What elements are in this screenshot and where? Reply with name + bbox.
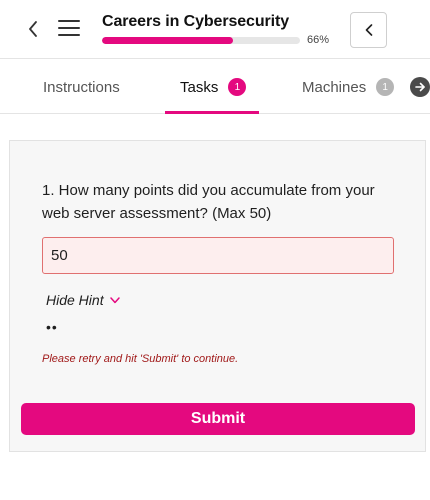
machines-count-badge: 1 (376, 78, 395, 96)
tab-instructions[interactable]: Instructions (43, 60, 120, 114)
chevron-left-icon (365, 24, 372, 36)
submit-button[interactable]: Submit (21, 403, 415, 435)
hamburger-line (58, 34, 80, 36)
course-title: Careers in Cybersecurity (102, 13, 290, 30)
progress-bar-fill (102, 37, 233, 44)
hamburger-menu-icon (58, 20, 80, 22)
answer-input[interactable] (42, 237, 394, 274)
collapse-panel-button[interactable] (350, 12, 387, 48)
room-tabs: Instructions Tasks 1 Machines 1 (0, 60, 430, 114)
tasks-count-badge: 1 (228, 78, 247, 96)
chevron-left-icon (29, 21, 37, 37)
tab-label: Machines (302, 78, 367, 96)
hamburger-line (58, 27, 80, 29)
error-message: Please retry and hit 'Submit' to continu… (42, 353, 239, 365)
menu-button[interactable] (58, 17, 82, 39)
progress-label: 66% (307, 34, 330, 46)
back-button[interactable] (22, 16, 44, 42)
arrow-right-circle-icon (415, 82, 425, 92)
chevron-down-icon (109, 296, 120, 303)
tab-label: Tasks (180, 78, 219, 96)
hide-hint-toggle[interactable]: Hide Hint (46, 292, 120, 308)
hint-toggle-label: Hide Hint (46, 292, 104, 308)
progress-bar (102, 37, 300, 44)
tabs-scroll-next-button[interactable] (410, 77, 430, 97)
tab-machines[interactable]: Machines 1 (302, 60, 395, 114)
hint-text: •• (46, 319, 58, 335)
room-header: Careers in Cybersecurity 66% (0, 0, 430, 59)
tab-tasks[interactable]: Tasks 1 (180, 60, 247, 114)
tab-label: Instructions (43, 78, 120, 96)
task-card: 1. How many points did you accumulate fr… (9, 140, 426, 452)
active-tab-indicator (165, 111, 259, 114)
task-question: 1. How many points did you accumulate fr… (42, 182, 375, 222)
